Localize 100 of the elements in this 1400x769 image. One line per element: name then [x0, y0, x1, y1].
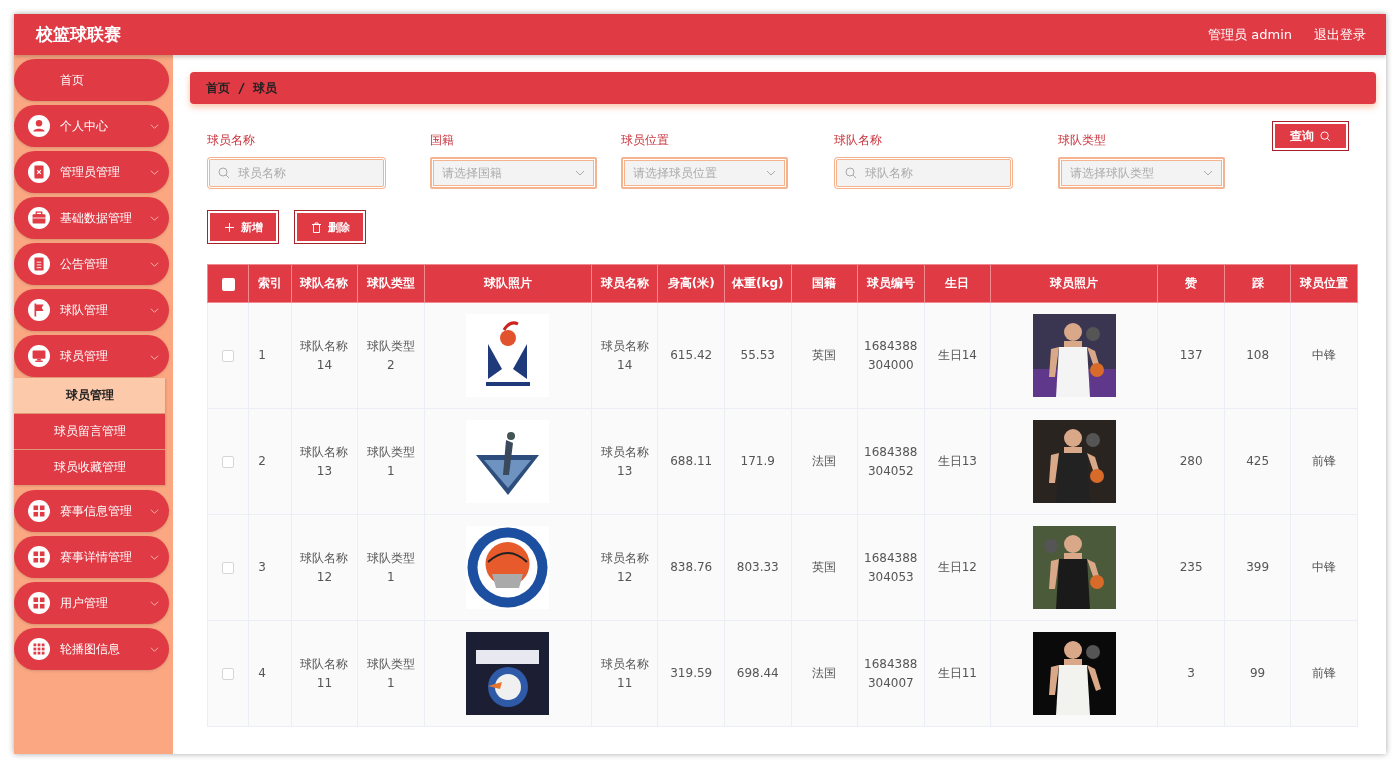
table-cell: 球员名称13: [600, 444, 649, 478]
sidebar-item[interactable]: 个人中心: [14, 105, 169, 147]
table-cell: 3: [258, 560, 266, 574]
grid-icon: [28, 546, 50, 568]
sidebar-item[interactable]: 球员管理: [14, 335, 169, 377]
briefcase-icon: [28, 207, 50, 229]
table-cell: 生日11: [937, 666, 977, 680]
table-cell: 803.33: [736, 560, 779, 574]
sidebar-item[interactable]: 轮播图信息: [14, 628, 169, 670]
slash-icon: [238, 82, 245, 94]
table-cell: 前锋: [1312, 666, 1337, 680]
checkbox[interactable]: [222, 455, 235, 468]
sidebar-item[interactable]: 用户管理: [14, 582, 169, 624]
table-cell: 1: [258, 348, 266, 362]
table-cell: 球队类型1: [366, 550, 415, 584]
logout-link[interactable]: 退出登录: [1314, 25, 1366, 44]
plus-icon: [223, 221, 235, 233]
table-cell: 球队名称11: [300, 656, 349, 690]
table-cell: 前锋: [1312, 454, 1337, 468]
table-cell: 615.42: [670, 348, 713, 362]
table-cell: 688.11: [670, 454, 713, 468]
sidebar-item[interactable]: 球队管理: [14, 289, 169, 331]
table-cell: 2: [258, 454, 266, 468]
chevron-icon: [150, 552, 159, 562]
chevron-icon: [150, 305, 159, 315]
chevron-icon: [150, 352, 159, 362]
table-cell: 英国: [812, 348, 837, 362]
column-header: 球员名称: [600, 276, 649, 290]
user-icon: [28, 115, 50, 137]
apps-icon: [28, 638, 50, 660]
column-header: 球员位置: [1300, 276, 1349, 290]
table-cell: 1684388304007: [864, 656, 918, 690]
table-cell: 球队类型1: [366, 656, 415, 690]
table-cell: 球队名称14: [300, 338, 349, 372]
sidebar-item[interactable]: 首页: [14, 59, 169, 101]
submenu-item[interactable]: 球员收藏管理: [14, 450, 165, 485]
search-field[interactable]: 球员名称: [209, 159, 384, 187]
sidebar-item[interactable]: 基础数据管理: [14, 197, 169, 239]
submenu-item[interactable]: 球员留言管理: [14, 414, 165, 449]
table-cell: 3: [1187, 666, 1195, 680]
grid-icon: [28, 592, 50, 614]
chevron-icon: [150, 121, 159, 131]
column-header: 踩: [1251, 276, 1264, 290]
chevron-icon: [150, 213, 159, 223]
chevron-icon: [150, 167, 159, 177]
checkbox[interactable]: [222, 349, 235, 362]
table-cell: 中锋: [1312, 560, 1337, 574]
search-icon: [218, 167, 230, 179]
column-header: 国籍: [812, 276, 837, 290]
table-cell: 171.9: [740, 454, 775, 468]
flag-icon: [28, 299, 50, 321]
table-cell: 137: [1179, 348, 1203, 362]
table-cell: 280: [1179, 454, 1203, 468]
table-cell: 425: [1246, 454, 1270, 468]
chevron-icon: [766, 170, 776, 176]
select-field[interactable]: 请选择国籍: [430, 157, 597, 189]
delete-button[interactable]: 删除: [294, 210, 366, 244]
chevron-icon: [150, 259, 159, 269]
search-field[interactable]: 球队名称: [836, 159, 1011, 187]
sidebar-item[interactable]: 赛事详情管理: [14, 536, 169, 578]
search-button[interactable]: 查询: [1272, 121, 1349, 151]
field-label: 球员名称: [207, 132, 255, 149]
add-button[interactable]: 新增: [207, 210, 279, 244]
chevron-icon: [150, 506, 159, 516]
breadcrumb-item[interactable]: 首页: [206, 79, 230, 97]
sidebar-item[interactable]: 赛事信息管理: [14, 490, 169, 532]
column-header: 球员照片: [1050, 276, 1099, 290]
select-field[interactable]: 请选择球队类型: [1058, 157, 1225, 189]
monitor-icon: [28, 345, 50, 367]
table-cell: 英国: [812, 560, 837, 574]
table-cell: 55.53: [740, 348, 775, 362]
column-header: 球队照片: [483, 276, 532, 290]
checkbox[interactable]: [222, 667, 235, 680]
breadcrumb-item[interactable]: 球员: [253, 79, 277, 97]
checkbox[interactable]: [222, 561, 235, 574]
table-cell: 法国: [812, 454, 837, 468]
column-header: 索引: [257, 276, 282, 290]
select-field[interactable]: 请选择球员位置: [621, 157, 788, 189]
table-cell: 235: [1179, 560, 1203, 574]
app-title: 校篮球联赛: [36, 23, 121, 46]
table-cell: 生日14: [937, 348, 977, 362]
column-header: 球员编号: [866, 276, 915, 290]
sidebar-item[interactable]: 管理员管理: [14, 151, 169, 193]
column-header: 身高(米): [667, 276, 715, 290]
table-cell: 球员名称11: [600, 656, 649, 690]
table-cell: 生日13: [937, 454, 977, 468]
trash-icon: [310, 221, 322, 233]
column-header: 体重(kg): [732, 276, 784, 290]
column-header: 生日: [945, 276, 970, 290]
table-cell: 1684388304052: [864, 444, 918, 478]
clipboard-icon: [28, 161, 50, 183]
checkbox[interactable]: [221, 277, 235, 291]
clipboard-icon: [28, 253, 50, 275]
table-cell: 1684388304053: [864, 550, 918, 584]
table-cell: 生日12: [937, 560, 977, 574]
column-header: 球队类型: [366, 276, 415, 290]
table-cell: 99: [1250, 666, 1266, 680]
table-cell: 中锋: [1312, 348, 1337, 362]
submenu-item[interactable]: 球员管理: [14, 378, 165, 413]
sidebar-item[interactable]: 公告管理: [14, 243, 169, 285]
